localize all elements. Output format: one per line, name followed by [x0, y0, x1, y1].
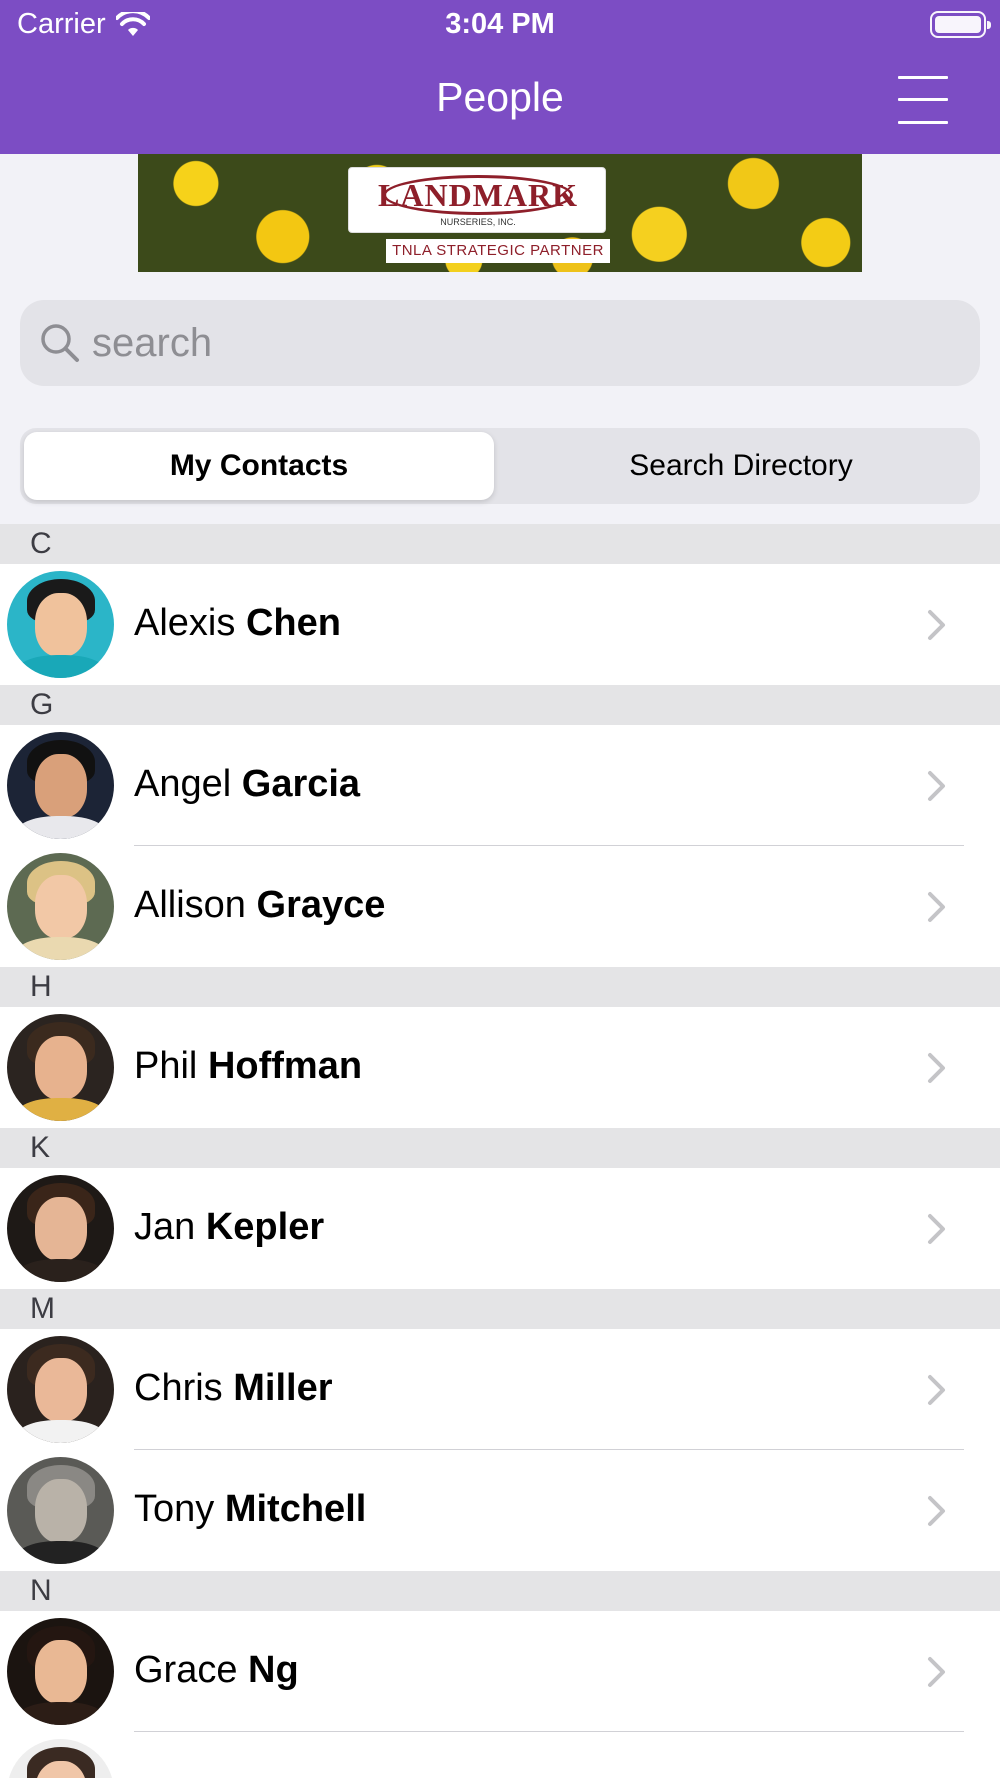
tab-search-directory[interactable]: Search Directory — [506, 432, 976, 500]
section-header-n: N — [0, 1571, 1000, 1611]
avatar — [7, 1457, 114, 1564]
contact-first-name: Grace — [134, 1649, 238, 1691]
contact-first-name: Alexis — [134, 602, 236, 644]
contact-first-name: Phil — [134, 1045, 198, 1087]
search-input[interactable] — [92, 318, 952, 368]
chevron-right-icon — [928, 610, 945, 640]
hamburger-menu-icon[interactable] — [898, 76, 952, 124]
avatar — [7, 1336, 114, 1443]
page-title: People — [436, 74, 564, 120]
contact-last-name: Ng — [248, 1649, 299, 1691]
contact-first-name: Chris — [134, 1367, 223, 1409]
navigation-bar: Carrier 3:04 PM People — [0, 0, 1000, 154]
battery-icon — [930, 11, 991, 38]
contact-name: Allison Grayce — [134, 884, 385, 927]
contact-first-name: Tony — [134, 1488, 215, 1530]
contact-first-name: Allison — [134, 884, 246, 926]
contact-row[interactable]: Chris Miller — [0, 1329, 1000, 1450]
contact-row[interactable]: Grace Ng — [0, 1611, 1000, 1732]
sponsor-partner-label: TNLA STRATEGIC PARTNER — [386, 239, 610, 263]
contact-first-name: Jan — [134, 1206, 196, 1248]
contact-last-name: Miller — [233, 1367, 333, 1409]
chevron-right-icon — [928, 1214, 945, 1244]
contact-list: C Alexis Chen G Angel Garcia Allison Gra… — [0, 524, 1000, 1778]
contact-last-name: Garcia — [241, 763, 361, 805]
contact-name: Chris Miller — [134, 1367, 333, 1410]
section-header-m: M — [0, 1289, 1000, 1329]
contact-row[interactable]: Alexis Chen — [0, 564, 1000, 685]
chevron-right-icon — [928, 1053, 945, 1083]
contact-row[interactable]: Tony Mitchell — [0, 1450, 1000, 1571]
contact-name: Tony Mitchell — [134, 1488, 366, 1531]
sponsor-banner[interactable]: LANDMARK NURSERIES, INC. TNLA STRATEGIC … — [138, 154, 862, 272]
contact-name: Phil Hoffman — [134, 1045, 362, 1088]
avatar — [7, 571, 114, 678]
contact-name: Jan Kepler — [134, 1206, 324, 1249]
section-header-g: G — [0, 685, 1000, 725]
chevron-right-icon — [928, 892, 945, 922]
contact-first-name: Angel — [134, 763, 232, 805]
chevron-right-icon — [928, 1657, 945, 1687]
contact-last-name: Chen — [245, 602, 341, 644]
section-header-c: C — [0, 524, 1000, 564]
contact-name: Alexis Chen — [134, 602, 341, 645]
contact-name: Angel Garcia — [134, 763, 360, 806]
contact-row[interactable]: Jan Kepler — [0, 1168, 1000, 1289]
contacts-segmented-control: My Contacts Search Directory — [20, 428, 980, 504]
contact-last-name: Hoffman — [207, 1045, 363, 1087]
sponsor-logo: LANDMARK NURSERIES, INC. — [348, 167, 606, 233]
avatar — [7, 1618, 114, 1725]
contact-row[interactable]: Allison Grayce — [0, 846, 1000, 967]
avatar — [7, 1175, 114, 1282]
contact-last-name: Kepler — [205, 1206, 325, 1248]
avatar — [7, 732, 114, 839]
chevron-right-icon — [928, 771, 945, 801]
contact-row[interactable]: Angel Garcia — [0, 725, 1000, 846]
section-header-h: H — [0, 967, 1000, 1007]
section-header-k: K — [0, 1128, 1000, 1168]
avatar — [7, 1739, 114, 1778]
chevron-right-icon — [928, 1496, 945, 1526]
status-time: 3:04 PM — [445, 8, 555, 40]
chevron-right-icon — [928, 1375, 945, 1405]
tab-my-contacts[interactable]: My Contacts — [24, 432, 494, 500]
contact-last-name: Grayce — [256, 884, 386, 926]
contact-name: Grace Ng — [134, 1649, 299, 1692]
sponsor-brand: LANDMARK — [378, 177, 578, 213]
avatar — [7, 853, 114, 960]
search-icon — [41, 324, 79, 362]
sponsor-subtitle: NURSERIES, INC. — [440, 217, 516, 227]
search-bar[interactable] — [20, 300, 980, 386]
contact-row[interactable]: Phil Hoffman — [0, 1007, 1000, 1128]
avatar — [7, 1014, 114, 1121]
contact-row-partial[interactable] — [0, 1732, 1000, 1778]
contact-last-name: Mitchell — [224, 1488, 367, 1530]
